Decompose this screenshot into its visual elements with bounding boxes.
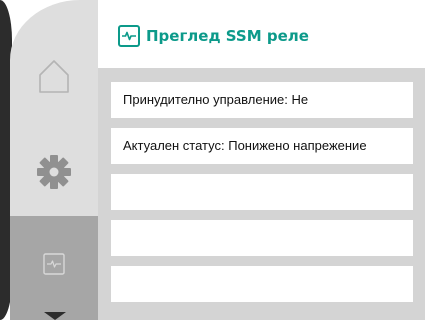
list-item-current-status[interactable]: Актуален статус: Понижено напрежение — [111, 128, 413, 164]
sidebar — [10, 0, 98, 320]
list-item-empty — [111, 174, 413, 210]
list-item-empty — [111, 220, 413, 256]
home-icon — [39, 60, 69, 93]
sidebar-item-home[interactable] — [10, 54, 98, 98]
list-item-empty — [111, 266, 413, 302]
chevron-down-icon[interactable] — [44, 312, 66, 320]
page-title: Преглед SSM реле — [146, 27, 309, 45]
monitor-icon — [43, 253, 65, 275]
monitor-icon — [118, 25, 140, 47]
status-list: Принудително управление: Не Актуален ста… — [98, 68, 425, 320]
sidebar-item-settings[interactable] — [10, 146, 98, 198]
page-header: Преглед SSM реле — [98, 0, 425, 68]
sidebar-item-monitor[interactable] — [10, 240, 98, 288]
gear-icon — [37, 155, 71, 189]
list-item-forced-control[interactable]: Принудително управление: Не — [111, 82, 413, 118]
